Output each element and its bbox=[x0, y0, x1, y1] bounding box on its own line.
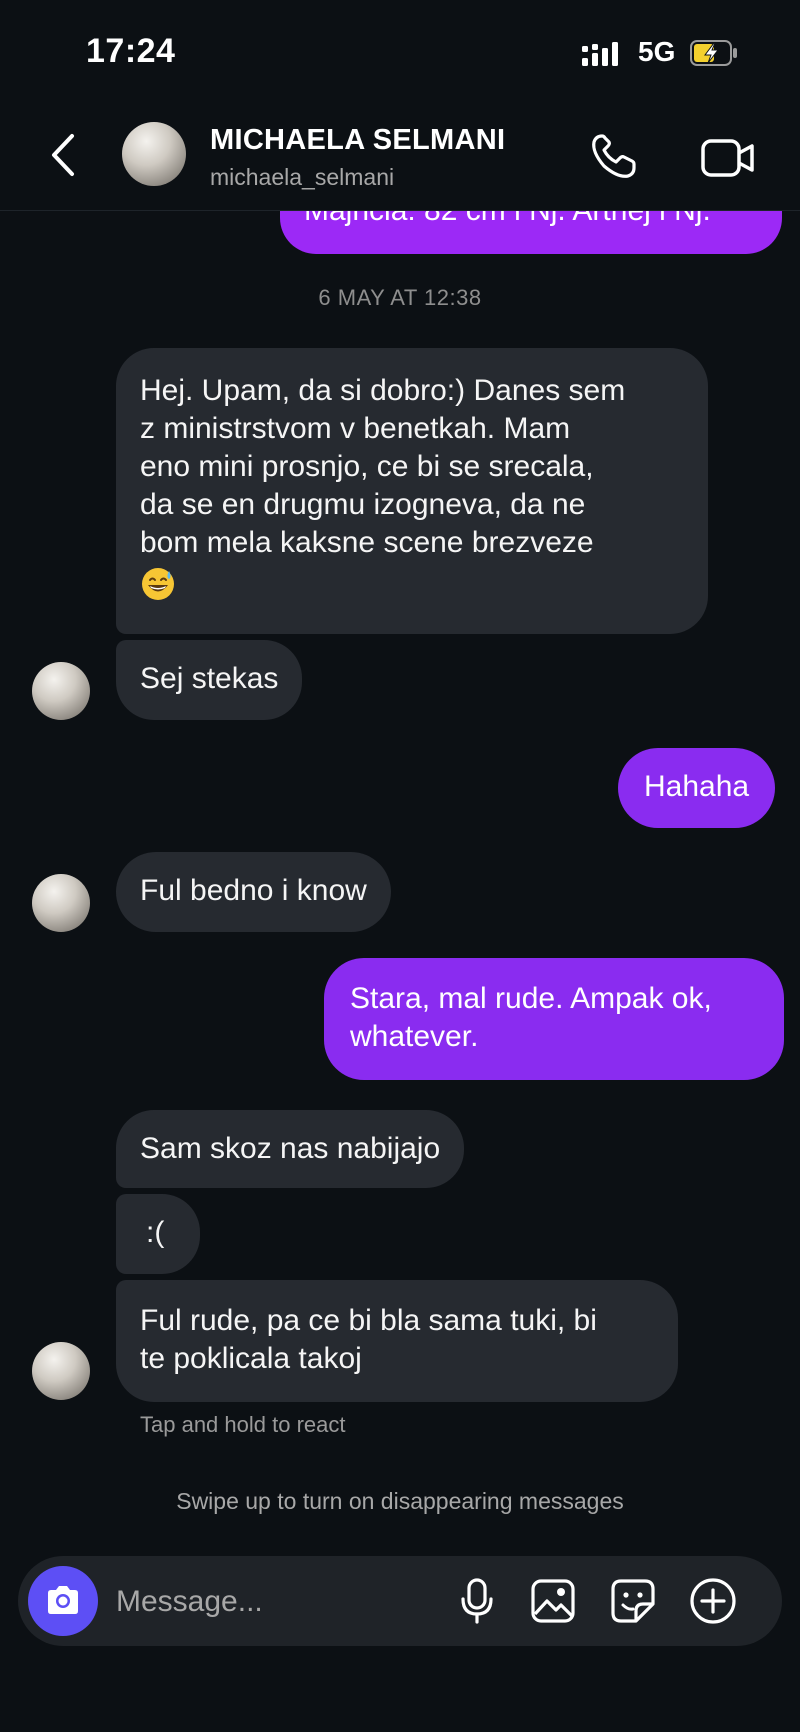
date-divider: 6 MAY AT 12:38 bbox=[318, 285, 482, 310]
message-text: Sej stekas bbox=[140, 662, 279, 695]
contact-name[interactable]: MICHAELA SELMANI bbox=[210, 124, 505, 157]
grinning-sweat-emoji bbox=[142, 568, 174, 601]
message-bubble-incoming[interactable]: Hej. Upam, da si dobro:) Danes sem z min… bbox=[116, 348, 708, 634]
gallery-icon[interactable] bbox=[528, 1576, 578, 1626]
message-thread[interactable]: Majhcla: 82 cm i Nj. Arthej i Nj. 6 MAY … bbox=[0, 210, 800, 1540]
message-input[interactable] bbox=[114, 1574, 418, 1630]
message-text: Sam skoz nas nabijajo bbox=[140, 1132, 441, 1165]
message-text: Hej. Upam, da si dobro:) Danes sem bbox=[140, 374, 626, 407]
message-text: Hahaha bbox=[644, 770, 750, 803]
status-bar: 17:24 5G bbox=[0, 0, 800, 100]
message-text: da se en drugmu izogneva, da ne bbox=[140, 488, 586, 521]
microphone-icon[interactable] bbox=[452, 1576, 502, 1626]
message-bubble-incoming[interactable]: Sej stekas bbox=[116, 640, 303, 720]
react-hint: Tap and hold to react bbox=[140, 1412, 346, 1437]
message-bubble-outgoing[interactable]: Stara, mal rude. Ampak ok, whatever. bbox=[324, 958, 784, 1080]
network-label: 5G bbox=[638, 36, 676, 67]
message-text: eno mini prosnjo, ce bi se srecala, bbox=[140, 450, 594, 483]
message-bubble-incoming[interactable]: :( bbox=[116, 1194, 200, 1274]
message-text: Ful rude, pa ce bi bla sama tuki, bi bbox=[140, 1304, 597, 1337]
message-composer bbox=[18, 1556, 782, 1646]
back-icon[interactable] bbox=[42, 128, 86, 182]
message-text: whatever. bbox=[350, 1020, 479, 1053]
signal-icon bbox=[582, 42, 618, 66]
avatar[interactable] bbox=[122, 122, 186, 186]
message-bubble-incoming[interactable]: Ful bedno i know bbox=[116, 852, 391, 932]
message-text: z ministrstvom v benetkah. Mam bbox=[140, 412, 571, 445]
message-text: Stara, mal rude. Ampak ok, bbox=[350, 982, 712, 1015]
message-text: te poklicala takoj bbox=[140, 1342, 362, 1375]
battery-charging-icon bbox=[690, 40, 737, 66]
message-bubble-incoming[interactable]: Sam skoz nas nabijajo bbox=[116, 1110, 465, 1188]
video-camera-icon[interactable] bbox=[700, 136, 756, 180]
contact-username[interactable]: michaela_selmani bbox=[210, 164, 394, 191]
camera-button[interactable] bbox=[28, 1566, 98, 1636]
avatar[interactable] bbox=[32, 1342, 90, 1400]
sticker-icon[interactable] bbox=[608, 1576, 658, 1626]
phone-icon[interactable] bbox=[588, 130, 640, 182]
message-bubble-outgoing-partial[interactable]: Majhcla: 82 cm i Nj. Arthej i Nj. bbox=[280, 210, 782, 254]
message-text: Majhcla: 82 cm i Nj. Arthej i Nj. bbox=[304, 210, 711, 227]
message-text: bom mela kaksne scene brezveze bbox=[140, 526, 594, 559]
message-bubble-incoming[interactable]: Ful rude, pa ce bi bla sama tuki, bi te … bbox=[116, 1280, 678, 1402]
status-time: 17:24 bbox=[86, 32, 176, 70]
message-bubble-outgoing[interactable]: Hahaha bbox=[618, 748, 776, 828]
disappearing-messages-hint: Swipe up to turn on disappearing message… bbox=[176, 1488, 624, 1514]
chat-header: MICHAELA SELMANI michaela_selmani bbox=[0, 100, 800, 211]
avatar[interactable] bbox=[32, 874, 90, 932]
message-text: Ful bedno i know bbox=[140, 874, 367, 907]
plus-icon[interactable] bbox=[688, 1576, 738, 1626]
message-text: :( bbox=[146, 1216, 165, 1249]
avatar[interactable] bbox=[32, 662, 90, 720]
camera-icon bbox=[48, 1586, 78, 1614]
